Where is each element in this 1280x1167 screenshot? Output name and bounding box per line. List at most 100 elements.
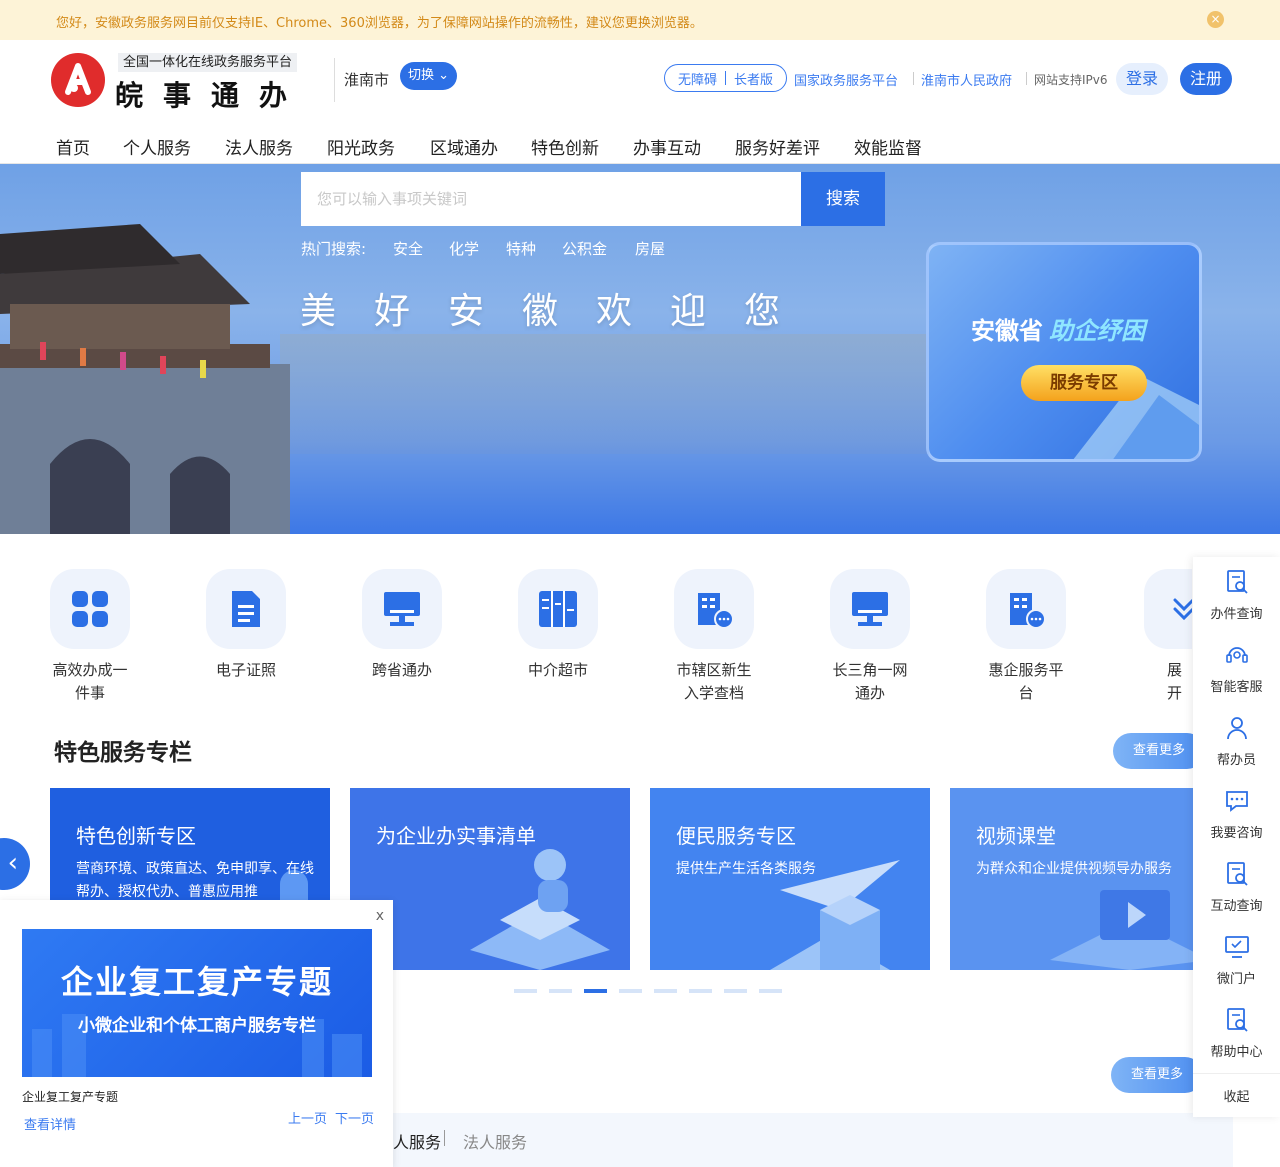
login-button[interactable]: 登录 xyxy=(1116,63,1168,95)
float-item-smart-service[interactable]: 智能客服 xyxy=(1193,642,1280,695)
nav-item-interaction[interactable]: 办事互动 xyxy=(633,134,701,159)
platform-subtitle: 全国一体化在线政务服务平台 xyxy=(118,53,298,72)
carousel-dot[interactable] xyxy=(724,989,747,993)
float-toolbar: 办件查询 智能客服 帮办员 我要咨询 互动查询 微门户 帮助中心 收起 xyxy=(1193,557,1280,1117)
current-city: 淮南市 xyxy=(344,71,390,89)
carousel-dot-active[interactable] xyxy=(584,989,607,993)
quick-service-item[interactable]: 长三角一网通办 xyxy=(810,569,930,705)
float-item-consult[interactable]: 我要咨询 xyxy=(1193,788,1280,841)
feature-card-title: 为企业办实事清单 xyxy=(376,824,536,848)
hot-search-item[interactable]: 公积金 xyxy=(562,238,607,259)
carousel-dot[interactable] xyxy=(759,989,782,993)
nav-item-supervision[interactable]: 效能监督 xyxy=(854,134,922,159)
feature-card-title: 特色创新专区 xyxy=(76,824,196,848)
close-icon[interactable]: × xyxy=(1207,11,1224,28)
search-input[interactable] xyxy=(301,172,801,226)
nav-item-personal[interactable]: 个人服务 xyxy=(123,134,191,159)
quick-service-item[interactable]: 中介超市 xyxy=(498,569,618,682)
feature-card-desc: 为群众和企业提供视频导办服务 xyxy=(976,861,1172,877)
hot-search-item[interactable]: 安全 xyxy=(393,238,423,259)
hot-search-label: 热门搜索: xyxy=(301,240,367,258)
second-more-button[interactable]: 查看更多 xyxy=(1111,1057,1203,1093)
city-switch-button[interactable]: 切换 ⌄ xyxy=(400,62,458,90)
accessibility-pill: 无障碍 长者版 xyxy=(664,64,787,92)
expand-services-button[interactable]: 展开 xyxy=(1122,569,1192,705)
float-item-help-center[interactable]: 帮助中心 xyxy=(1193,1007,1280,1060)
popup-image-subtitle: 小微企业和个体工商户服务专栏 xyxy=(78,1016,316,1036)
promo-card[interactable]: 安徽省 助企纾困 服务专区 xyxy=(926,242,1202,462)
carousel-dot[interactable] xyxy=(654,989,677,993)
nav-item-regional[interactable]: 区域通办 xyxy=(430,134,498,159)
float-item-case-query[interactable]: 办件查询 xyxy=(1193,569,1280,622)
carousel-dot[interactable] xyxy=(689,989,712,993)
feature-card-convenience[interactable]: 便民服务专区 提供生产生活各类服务 xyxy=(650,788,930,970)
monitor-icon xyxy=(362,569,442,649)
search-button[interactable]: 搜索 xyxy=(801,172,885,226)
browser-notice-bar: 您好，安徽政务服务网目前仅支持IE、Chrome、360浏览器，为了保障网站操作… xyxy=(0,0,1280,40)
city-gate-illustration xyxy=(0,224,290,534)
quick-service-label: 惠企服务平台 xyxy=(988,661,1064,702)
quick-service-item[interactable]: 市辖区新生入学查档 xyxy=(654,569,774,705)
feature-card-title: 便民服务专区 xyxy=(676,824,796,848)
popup-next-button[interactable]: 下一页 xyxy=(335,1108,374,1127)
national-platform-link[interactable]: 国家政务服务平台 xyxy=(794,70,898,89)
carousel-dot[interactable] xyxy=(514,989,537,993)
hot-search-item[interactable]: 房屋 xyxy=(635,238,665,259)
city-government-link[interactable]: 淮南市人民政府 xyxy=(921,70,1012,89)
promo-service-button[interactable]: 服务专区 xyxy=(1021,365,1147,401)
hot-search-item[interactable]: 特种 xyxy=(506,238,536,259)
nav-item-corporate[interactable]: 法人服务 xyxy=(225,134,293,159)
accessible-mode-link[interactable]: 无障碍 xyxy=(678,69,717,88)
carousel-prev-arrow-icon[interactable]: ‹ xyxy=(0,838,30,890)
nav-item-evaluation[interactable]: 服务好差评 xyxy=(735,134,820,159)
feature-card-title: 视频课堂 xyxy=(976,824,1056,848)
float-item-interactive-query[interactable]: 互动查询 xyxy=(1193,861,1280,914)
promo-popup: x 企业复工复产专题 小微企业和个体工商户服务专栏 企业复工复产专题 查看详情 … xyxy=(0,900,393,1167)
search-doc-icon xyxy=(1226,570,1248,594)
carousel-dot[interactable] xyxy=(549,989,572,993)
quick-service-item[interactable]: 跨省通办 xyxy=(342,569,462,682)
float-item-label: 办件查询 xyxy=(1210,607,1263,622)
popup-prev-button[interactable]: 上一页 xyxy=(288,1108,327,1127)
nav-item-sunshine[interactable]: 阳光政务 xyxy=(327,134,395,159)
popup-detail-link[interactable]: 查看详情 xyxy=(24,1114,76,1133)
logo-icon[interactable] xyxy=(50,52,106,108)
promo-highlight: 助企纾困 xyxy=(1049,317,1145,345)
main-nav: 首页 个人服务 法人服务 阳光政务 区域通办 特色创新 办事互动 服务好差评 效… xyxy=(0,124,1280,164)
feature-card-video[interactable]: 视频课堂 为群众和企业提供视频导办服务 xyxy=(950,788,1230,970)
carousel-dot[interactable] xyxy=(619,989,642,993)
float-item-micro-portal[interactable]: 微门户 xyxy=(1193,934,1280,987)
float-item-label: 互动查询 xyxy=(1210,899,1263,914)
grid-icon xyxy=(50,569,130,649)
tab-corporate-service[interactable]: 法人服务 xyxy=(463,1129,527,1153)
float-item-helper[interactable]: 帮办员 xyxy=(1193,715,1280,768)
pill-separator xyxy=(725,71,726,85)
popup-close-button[interactable]: x xyxy=(376,908,384,924)
chevron-down-icon: ⌄ xyxy=(438,68,450,83)
banner-cityscape xyxy=(280,334,980,454)
expand-services-label: 展开 xyxy=(1167,661,1183,702)
nav-item-innovation[interactable]: 特色创新 xyxy=(531,134,599,159)
quick-service-label: 长三角一网通办 xyxy=(832,661,908,702)
featured-more-button[interactable]: 查看更多 xyxy=(1113,733,1205,769)
robot-icon xyxy=(1225,647,1248,663)
register-button[interactable]: 注册 xyxy=(1180,63,1232,95)
nav-item-home[interactable]: 首页 xyxy=(56,134,90,159)
building-chat-icon xyxy=(674,569,754,649)
chat-icon xyxy=(1225,791,1248,812)
tab-personal-service[interactable]: 人服务 xyxy=(393,1129,441,1153)
popup-image-title: 企业复工复产专题 xyxy=(60,963,333,1001)
quick-service-label: 中介超市 xyxy=(527,661,588,679)
header-link-separator xyxy=(913,72,914,85)
quick-service-item[interactable]: 惠企服务平台 xyxy=(966,569,1086,705)
hot-search-item[interactable]: 化学 xyxy=(449,238,479,259)
quick-service-item[interactable]: 电子证照 xyxy=(186,569,306,682)
platform-name[interactable]: 皖事通办 xyxy=(115,74,307,114)
quick-service-item[interactable]: 高效办成一件事 xyxy=(30,569,150,705)
promo-title-text: 安徽省 xyxy=(971,317,1043,345)
popup-image[interactable]: 企业复工复产专题 小微企业和个体工商户服务专栏 xyxy=(22,929,372,1077)
float-collapse-button[interactable]: 收起 xyxy=(1193,1073,1280,1105)
elder-mode-link[interactable]: 长者版 xyxy=(734,69,773,88)
float-item-label: 微门户 xyxy=(1216,972,1256,987)
featured-section-title: 特色服务专栏 xyxy=(54,740,192,766)
